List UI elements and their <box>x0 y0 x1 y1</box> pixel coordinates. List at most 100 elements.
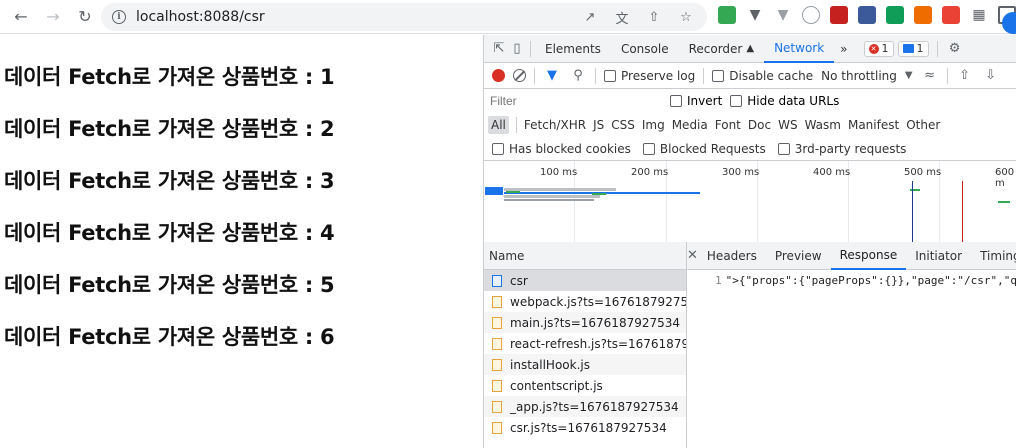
chevron-down-icon[interactable]: ▼ <box>905 70 913 81</box>
error-badge[interactable]: ✕ 1 <box>863 40 894 57</box>
upload-icon[interactable]: ⇧ <box>956 67 974 85</box>
invert-box[interactable] <box>670 95 682 107</box>
request-row[interactable]: main.js?ts=1676187927534 <box>484 312 686 333</box>
record-icon[interactable] <box>492 69 505 82</box>
tab-response[interactable]: Response <box>830 242 907 270</box>
search-icon[interactable]: ⚲ <box>569 67 587 85</box>
response-code-line[interactable]: 1 ">{"props":{"pageProps":{}},"page":"/c… <box>687 270 1016 287</box>
message-icon <box>902 44 914 53</box>
type-filter-ws[interactable]: WS <box>778 118 797 132</box>
back-arrow-icon[interactable]: ← <box>8 4 34 30</box>
site-info-icon[interactable]: i <box>112 10 126 24</box>
divider <box>534 67 535 84</box>
disable-cache-checkbox[interactable]: Disable cache <box>712 69 813 83</box>
open-external-icon[interactable]: ↗ <box>581 8 599 26</box>
close-icon[interactable]: ✕ <box>687 248 698 263</box>
message-badge[interactable]: 1 <box>897 40 929 57</box>
tab-elements[interactable]: Elements <box>535 35 611 63</box>
share-icon[interactable]: ⇧ <box>645 8 663 26</box>
device-toolbar-icon[interactable]: ▯ <box>508 40 526 58</box>
response-text[interactable]: ">{"props":{"pageProps":{}},"page":"/csr… <box>726 274 1016 287</box>
resource-type-filters: All Fetch/XHR JS CSS Img Media Font Doc … <box>484 113 1016 137</box>
extension-green-icon[interactable] <box>718 6 736 24</box>
third-party-checkbox[interactable]: 3rd-party requests <box>777 142 906 156</box>
extension-red2-icon[interactable] <box>942 6 960 24</box>
clear-icon[interactable] <box>513 69 526 82</box>
tab-initiator[interactable]: Initiator <box>906 242 971 270</box>
network-timeline[interactable]: 100 ms 200 ms 300 ms 400 ms 500 ms 600 m <box>484 161 1016 243</box>
extension-blue-icon[interactable] <box>858 6 876 24</box>
disable-cache-label: Disable cache <box>729 68 814 83</box>
request-row[interactable]: contentscript.js <box>484 375 686 396</box>
request-row[interactable]: installHook.js <box>484 354 686 375</box>
reload-icon[interactable]: ↻ <box>72 4 98 30</box>
tab-headers[interactable]: Headers <box>698 242 766 270</box>
request-row[interactable]: csr.js?ts=1676187927534 <box>484 417 686 438</box>
type-filter-css[interactable]: CSS <box>611 118 635 132</box>
browser-toolbar: ← → ↻ i localhost:8088/csr ↗ 文 ⇧ ☆ ▼ ▼ ▦ <box>0 0 1016 34</box>
profile-avatar[interactable] <box>1002 12 1016 34</box>
url-text[interactable]: localhost:8088/csr <box>136 9 265 25</box>
extension-circle-icon[interactable] <box>802 6 820 24</box>
extension-v2-icon[interactable]: ▼ <box>774 6 792 24</box>
preserve-log-box[interactable] <box>604 69 616 82</box>
blocked-requests-box[interactable] <box>642 142 655 155</box>
bookmark-star-icon[interactable]: ☆ <box>677 8 695 26</box>
request-row[interactable]: csr <box>484 270 686 291</box>
page-content: 데이터 Fetch로 가져온 상품번호 : 1 데이터 Fetch로 가져온 상… <box>0 35 483 448</box>
extension-orange-icon[interactable] <box>914 6 932 24</box>
type-filter-js[interactable]: JS <box>593 118 604 132</box>
name-column-header[interactable]: Name <box>484 242 686 270</box>
blocked-cookies-checkbox[interactable]: Has blocked cookies <box>492 142 631 156</box>
extension-red-icon[interactable] <box>830 6 848 24</box>
extension-g-icon[interactable] <box>886 6 904 24</box>
blocked-cookies-label: Has blocked cookies <box>509 141 631 156</box>
request-row[interactable]: webpack.js?ts=1676187927534 <box>484 291 686 312</box>
tab-preview[interactable]: Preview <box>766 242 831 270</box>
type-filter-other[interactable]: Other <box>906 118 940 132</box>
invert-checkbox[interactable]: Invert <box>670 94 722 108</box>
type-filter-font[interactable]: Font <box>715 118 741 132</box>
throttling-select[interactable]: No throttling <box>821 69 897 83</box>
translate-icon[interactable]: 文 <box>613 8 631 27</box>
timeline-tick-200: 200 ms <box>631 167 669 178</box>
type-filter-doc[interactable]: Doc <box>748 118 771 132</box>
devtools-tabbar: ⇱ ▯ Elements Console Recorder ▲ Network »… <box>484 35 1016 63</box>
preserve-log-checkbox[interactable]: Preserve log <box>604 69 695 83</box>
filter-row: Invert Hide data URLs <box>484 89 1016 113</box>
waterfall-bar <box>504 188 616 191</box>
filter-funnel-icon[interactable]: ▼ <box>543 67 561 85</box>
request-row[interactable]: _app.js?ts=1676187927534 <box>484 396 686 417</box>
third-party-box[interactable] <box>777 142 790 155</box>
blocked-cookies-box[interactable] <box>492 142 504 155</box>
type-filter-all[interactable]: All <box>488 116 509 134</box>
request-row[interactable]: react-refresh.js?ts=167618792... <box>484 333 686 354</box>
extensions-puzzle-icon[interactable]: ▦ <box>970 6 988 24</box>
type-filter-wasm[interactable]: Wasm <box>805 118 841 132</box>
type-filter-img[interactable]: Img <box>642 118 665 132</box>
tab-network[interactable]: Network <box>764 35 835 63</box>
preserve-log-label: Preserve log <box>621 68 696 83</box>
blocked-requests-checkbox[interactable]: Blocked Requests <box>642 142 766 156</box>
tab-console[interactable]: Console <box>611 35 679 63</box>
more-tabs-icon[interactable]: » <box>834 35 853 63</box>
divider <box>703 67 705 84</box>
extension-v-icon[interactable]: ▼ <box>746 6 764 24</box>
address-bar[interactable]: i localhost:8088/csr ↗ 文 ⇧ ☆ <box>101 3 707 31</box>
dom-content-loaded-line <box>912 181 913 242</box>
settings-gear-icon[interactable]: ⚙ <box>946 40 964 58</box>
inspect-element-icon[interactable]: ⇱ <box>490 40 508 58</box>
tab-timing[interactable]: Timing <box>971 242 1016 270</box>
network-conditions-icon[interactable]: ≈ <box>921 67 939 85</box>
tab-recorder[interactable]: Recorder ▲ <box>679 35 764 63</box>
type-filter-manifest[interactable]: Manifest <box>848 118 899 132</box>
disable-cache-box[interactable] <box>712 69 725 82</box>
type-filter-fetch-xhr[interactable]: Fetch/XHR <box>524 118 586 132</box>
forward-arrow-icon[interactable]: → <box>40 4 66 30</box>
filter-input[interactable] <box>488 91 654 111</box>
hide-data-urls-checkbox[interactable]: Hide data URLs <box>730 94 839 108</box>
waterfall-bar <box>998 201 1010 203</box>
hide-data-urls-box[interactable] <box>730 95 743 107</box>
type-filter-media[interactable]: Media <box>672 118 708 132</box>
download-icon[interactable]: ⇩ <box>982 67 1000 85</box>
